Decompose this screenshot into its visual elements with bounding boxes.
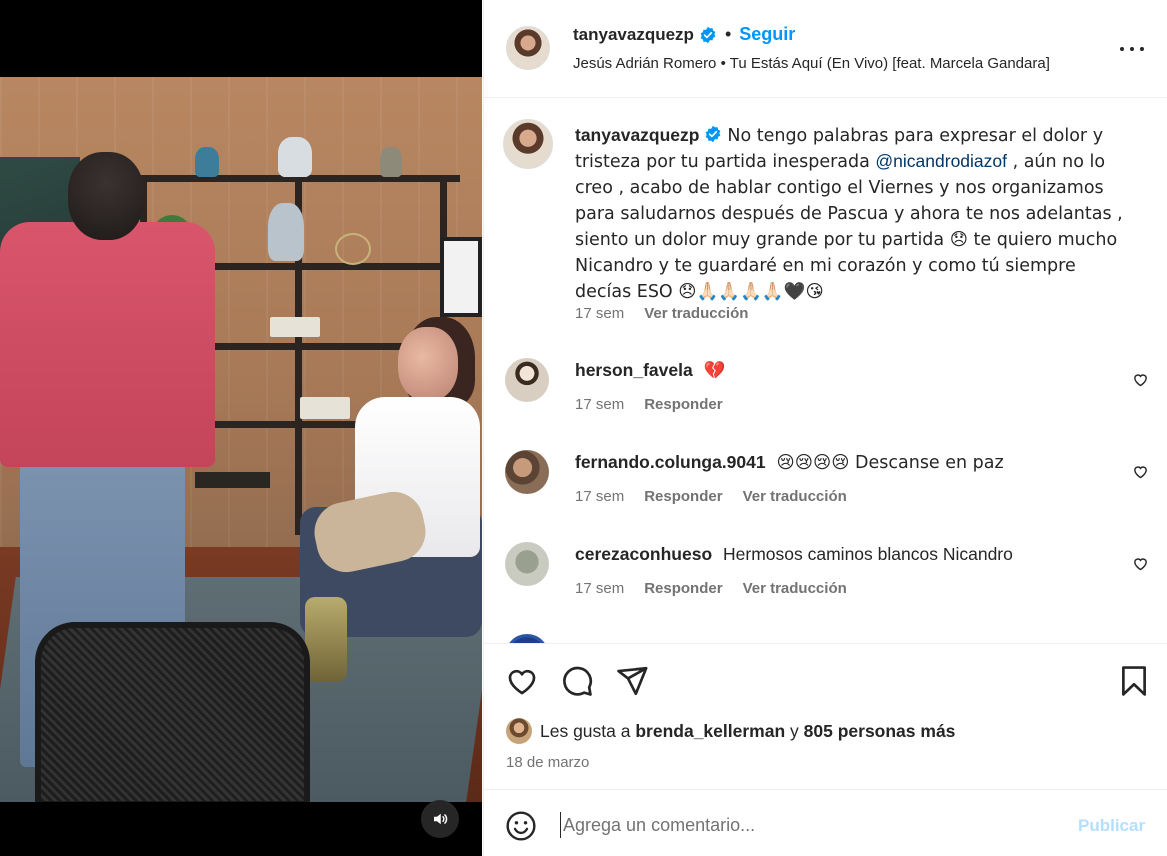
comment-composer: Publicar (484, 789, 1167, 856)
comment-item-partial (505, 634, 1145, 643)
reply-button[interactable]: Responder (644, 580, 722, 597)
verified-icon (700, 26, 716, 43)
video-frame[interactable] (0, 77, 482, 802)
like-heart-icon[interactable] (505, 664, 539, 698)
comment-time[interactable]: 17 sem (575, 488, 624, 505)
reply-button[interactable]: Responder (644, 396, 722, 413)
more-icon-dot (1120, 47, 1124, 51)
comment-meta: 17 sem Responder Ver traducción (575, 580, 847, 597)
books (300, 397, 350, 419)
caption-time[interactable]: 17 sem (575, 305, 624, 322)
post-date[interactable]: 18 de marzo (506, 754, 589, 771)
see-translation-button[interactable]: Ver traducción (644, 305, 748, 322)
vase (380, 147, 402, 177)
post-media[interactable] (0, 0, 482, 856)
likes-others-link[interactable]: 805 personas más (804, 721, 956, 742)
books (270, 317, 320, 337)
vase (195, 147, 219, 177)
reply-button[interactable]: Responder (644, 488, 722, 505)
mute-button[interactable] (421, 800, 459, 838)
audio-track-link[interactable]: Jesús Adrián Romero • Tu Estás Aquí (En … (573, 55, 1050, 72)
commenter-avatar[interactable] (505, 450, 549, 494)
man-shirt (0, 222, 215, 467)
author-avatar[interactable] (506, 26, 550, 70)
comment-line: herson_favela 💔 (575, 360, 725, 381)
follow-button[interactable]: Seguir (739, 24, 795, 45)
man-head (68, 152, 144, 240)
comment-item: fernando.colunga.9041 😢😢😢😢 Descanse en p… (505, 450, 1147, 530)
liker-username[interactable]: brenda_kellerman (635, 721, 785, 742)
comment-icon[interactable] (560, 664, 594, 698)
post-actions: Les gusta a brenda_kellerman y 805 perso… (484, 643, 1167, 789)
comment-like-heart-icon[interactable] (1132, 371, 1149, 388)
comment-like-heart-icon[interactable] (1132, 555, 1149, 572)
side-table (195, 472, 270, 488)
mute-icon (434, 813, 448, 825)
mention-link[interactable]: @nicandrodiazof (875, 151, 1007, 171)
woman-boot (305, 597, 347, 682)
commenter-avatar[interactable] (505, 634, 549, 643)
office-chair (35, 622, 310, 802)
commenter-avatar[interactable] (505, 542, 549, 586)
comment-text: 💔 (703, 361, 726, 381)
more-options-button[interactable] (1120, 38, 1144, 60)
studio-light (440, 237, 482, 317)
caption-meta: 17 sem Ver traducción (575, 305, 748, 322)
caption-text: tanyavazquezp No tengo palabras para exp… (575, 123, 1135, 305)
likes-prefix: Les gusta a (540, 720, 631, 741)
comment-time[interactable]: 17 sem (575, 580, 624, 597)
caption-body-2: , aún no lo creo , acabo de hablar conti… (575, 152, 1123, 302)
caption-avatar[interactable] (503, 119, 553, 169)
comment-meta: 17 sem Responder (575, 396, 723, 413)
comment-text: 😢😢😢😢 Descanse en paz (776, 453, 1004, 473)
post-details-panel: tanyavazquezp • Seguir Jesús Adrián Rome… (483, 0, 1167, 856)
comment-input[interactable] (560, 812, 1060, 838)
likes-summary: Les gusta a brenda_kellerman y 805 perso… (506, 718, 955, 744)
likes-connector: y (790, 720, 799, 741)
comment-item: herson_favela 💔 17 sem Responder (505, 358, 1147, 438)
comment-line: cerezaconhueso Hermosos caminos blancos … (575, 544, 1013, 565)
more-icon-dot (1130, 47, 1134, 51)
author-line: tanyavazquezp • Seguir (573, 24, 795, 45)
comment-username[interactable]: cerezaconhueso (575, 544, 712, 564)
see-translation-button[interactable]: Ver traducción (743, 488, 847, 505)
comments-scroll-area[interactable]: tanyavazquezp No tengo palabras para exp… (484, 99, 1167, 643)
comment-username[interactable]: fernando.colunga.9041 (575, 452, 766, 472)
bust-sculpture (268, 203, 304, 261)
more-icon-dot (1140, 47, 1144, 51)
comment-item: cerezaconhueso Hermosos caminos blancos … (505, 542, 1147, 622)
instagram-post-modal: tanyavazquezp • Seguir Jesús Adrián Rome… (0, 0, 1167, 856)
see-translation-button[interactable]: Ver traducción (743, 580, 847, 597)
publish-button[interactable]: Publicar (1078, 816, 1145, 836)
comment-time[interactable]: 17 sem (575, 396, 624, 413)
sphere-decor (335, 233, 371, 265)
caption-username[interactable]: tanyavazquezp (575, 125, 699, 145)
comment-like-heart-icon[interactable] (1132, 463, 1149, 480)
comment-username[interactable]: herson_favela (575, 360, 693, 380)
commenter-avatar[interactable] (505, 358, 549, 402)
post-header: tanyavazquezp • Seguir Jesús Adrián Rome… (484, 0, 1167, 98)
comment-meta: 17 sem Responder Ver traducción (575, 488, 847, 505)
bookmark-icon[interactable] (1117, 664, 1151, 698)
woman-head (398, 327, 458, 401)
liker-avatar[interactable] (506, 718, 532, 744)
share-icon[interactable] (615, 664, 649, 698)
author-username[interactable]: tanyavazquezp (573, 25, 694, 45)
verified-icon (706, 125, 721, 143)
emoji-icon[interactable] (505, 810, 537, 842)
comment-line: fernando.colunga.9041 😢😢😢😢 Descanse en p… (575, 452, 1004, 473)
separator-dot: • (724, 24, 732, 44)
comment-text: Hermosos caminos blancos Nicandro (723, 544, 1013, 564)
vase (278, 137, 312, 177)
